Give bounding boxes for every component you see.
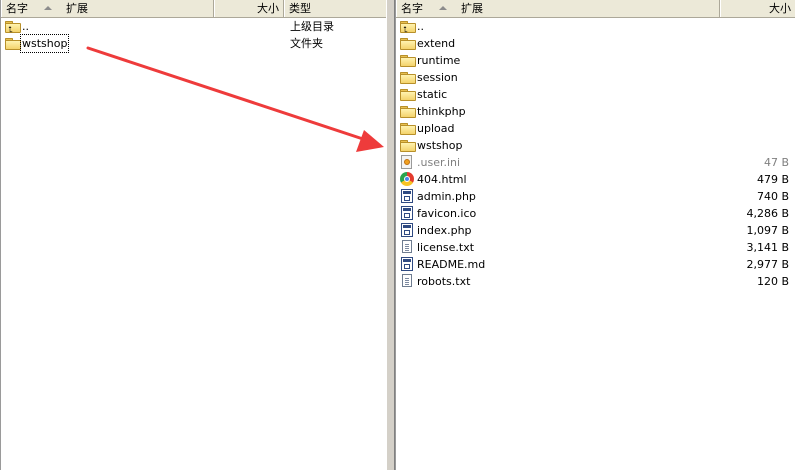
up-folder-icon	[5, 21, 21, 38]
list-item-robots-txt[interactable]: robots.txt 120 B	[396, 273, 795, 290]
column-header-name[interactable]: 名字 扩展	[1, 0, 214, 17]
list-item-wstshop[interactable]: wstshop 文件夹	[1, 34, 386, 53]
list-item-static[interactable]: static	[396, 86, 795, 103]
column-header-size-label: 大小	[769, 2, 791, 15]
column-header-name-label: 名字	[6, 2, 28, 15]
column-header-ext-label: 扩展	[461, 2, 483, 15]
file-name: static	[417, 88, 448, 101]
column-header-type-label: 类型	[289, 2, 311, 15]
local-file-pane[interactable]: 名字 扩展 大小 类型 .. 上级目录 wstshop 文件夹	[0, 0, 386, 470]
php-file-icon	[401, 189, 413, 203]
up-folder-icon	[400, 21, 416, 38]
file-name: extend	[417, 37, 456, 50]
sort-ascending-icon	[439, 6, 447, 10]
file-name: ..	[22, 20, 29, 33]
file-size: 479 B	[756, 173, 789, 186]
file-size: 120 B	[756, 275, 789, 288]
folder-icon	[5, 38, 21, 50]
column-header-type[interactable]: 类型	[284, 0, 386, 17]
file-name: upload	[417, 122, 455, 135]
column-header-size[interactable]: 大小	[720, 0, 795, 17]
remote-file-list: .. extend runtime session static thinkph…	[396, 18, 795, 290]
file-size: 2,977 B	[746, 258, 789, 271]
file-name: 404.html	[417, 173, 467, 186]
file-name: session	[417, 71, 458, 84]
list-item-thinkphp[interactable]: thinkphp	[396, 103, 795, 120]
file-name: favicon.ico	[417, 207, 477, 220]
list-item-upload[interactable]: upload	[396, 120, 795, 137]
column-header-size-label: 大小	[257, 2, 279, 15]
folder-icon	[400, 106, 416, 118]
file-name: wstshop	[417, 139, 463, 152]
list-item-parent-dir[interactable]: .. 上级目录	[1, 18, 386, 38]
file-size: 3,141 B	[746, 241, 789, 254]
md-file-icon	[401, 257, 413, 271]
ico-file-icon	[401, 206, 413, 220]
file-type: 文件夹	[290, 37, 323, 50]
folder-icon	[400, 123, 416, 135]
list-item-readme-md[interactable]: README.md 2,977 B	[396, 256, 795, 273]
ini-file-icon	[401, 155, 412, 169]
file-size: 740 B	[756, 190, 789, 203]
list-item-404-html[interactable]: 404.html 479 B	[396, 171, 795, 188]
list-item-runtime[interactable]: runtime	[396, 52, 795, 69]
local-column-header: 名字 扩展 大小 类型	[1, 0, 386, 18]
pane-splitter[interactable]	[386, 0, 395, 470]
file-type: 上级目录	[290, 20, 334, 33]
folder-icon	[400, 89, 416, 101]
list-item-parent-dir[interactable]: ..	[396, 18, 795, 38]
column-header-size[interactable]: 大小	[214, 0, 284, 17]
local-file-list: .. 上级目录 wstshop 文件夹	[1, 18, 386, 53]
list-item-user-ini[interactable]: .user.ini 47 B	[396, 154, 795, 171]
file-name: README.md	[417, 258, 486, 271]
list-item-favicon-ico[interactable]: favicon.ico 4,286 B	[396, 205, 795, 222]
file-name: robots.txt	[417, 275, 471, 288]
folder-icon	[400, 38, 416, 50]
folder-icon	[400, 55, 416, 67]
file-size: 4,286 B	[746, 207, 789, 220]
file-size: 1,097 B	[746, 224, 789, 237]
php-file-icon	[401, 223, 413, 237]
list-item-license-txt[interactable]: license.txt 3,141 B	[396, 239, 795, 256]
remote-column-header: 名字 扩展 大小	[396, 0, 795, 18]
list-item-wstshop[interactable]: wstshop	[396, 137, 795, 154]
file-name: license.txt	[417, 241, 475, 254]
column-header-name[interactable]: 名字 扩展	[396, 0, 720, 17]
file-name: wstshop	[19, 34, 70, 53]
file-name: admin.php	[417, 190, 476, 203]
list-item-admin-php[interactable]: admin.php 740 B	[396, 188, 795, 205]
column-header-ext-label: 扩展	[66, 2, 88, 15]
chrome-html-icon	[400, 172, 414, 186]
file-name: .user.ini	[417, 156, 461, 169]
file-name: thinkphp	[417, 105, 466, 118]
list-item-session[interactable]: session	[396, 69, 795, 86]
remote-file-pane[interactable]: 名字 扩展 大小 .. extend runtime session stati…	[395, 0, 795, 470]
file-name: runtime	[417, 54, 461, 67]
sort-ascending-icon	[44, 6, 52, 10]
folder-icon	[400, 72, 416, 84]
file-name: ..	[417, 20, 424, 33]
file-size: 47 B	[763, 156, 789, 169]
list-item-extend[interactable]: extend	[396, 35, 795, 52]
folder-icon	[400, 140, 416, 152]
file-name: index.php	[417, 224, 472, 237]
text-file-icon	[402, 274, 412, 287]
text-file-icon	[402, 240, 412, 253]
column-header-name-label: 名字	[401, 2, 423, 15]
list-item-index-php[interactable]: index.php 1,097 B	[396, 222, 795, 239]
